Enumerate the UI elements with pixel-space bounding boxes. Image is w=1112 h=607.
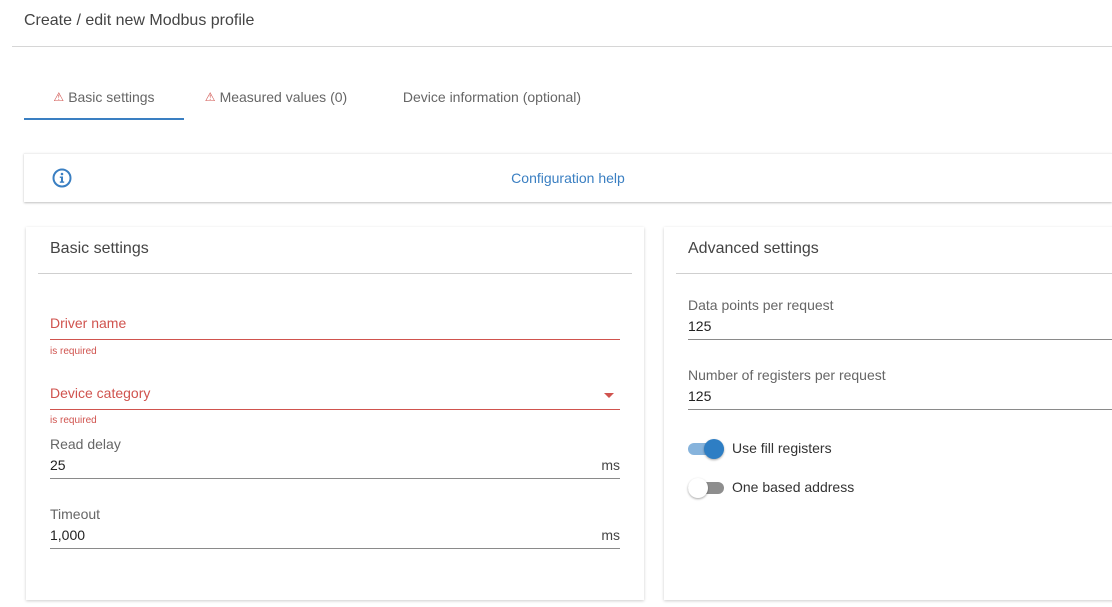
error-hint: is required [50, 346, 97, 357]
tab-basic-settings[interactable]: ⚠ Basic settings [24, 76, 184, 120]
card-divider [38, 273, 632, 274]
field-label: Read delay [50, 436, 121, 452]
warning-icon: ⚠ [204, 90, 216, 104]
field-value[interactable]: 1,000 [50, 527, 85, 543]
one-based-address-label: One based address [732, 479, 855, 495]
field-label: Timeout [50, 506, 101, 522]
configuration-help-link[interactable]: Configuration help [24, 170, 1112, 186]
tab-label: Device information (optional) [402, 89, 582, 105]
use-fill-registers-toggle[interactable] [688, 439, 724, 459]
error-hint: is required [50, 415, 97, 426]
tab-label: Measured values (0) [219, 89, 348, 105]
toggle-thumb [688, 478, 708, 498]
registers-field[interactable]: Number of registers per request 125 [688, 367, 1112, 411]
data-points-field[interactable]: Data points per request 125 [688, 297, 1112, 341]
field-underline [50, 339, 620, 340]
toggle-thumb [704, 439, 724, 459]
field-label: Device category [50, 385, 151, 401]
tab-label: Basic settings [68, 89, 155, 105]
dropdown-arrow-icon[interactable] [604, 393, 614, 398]
card-divider [676, 273, 1112, 274]
field-underline [688, 339, 1112, 340]
field-underline [688, 409, 1112, 410]
advanced-settings-card: Advanced settings Data points per reques… [664, 227, 1112, 600]
field-value[interactable]: 125 [688, 318, 711, 334]
card-title: Advanced settings [688, 240, 819, 257]
field-value[interactable]: 25 [50, 457, 66, 473]
help-bar: Configuration help [24, 153, 1112, 202]
page-title: Create / edit new Modbus profile [24, 12, 255, 29]
unit-label: ms [601, 527, 620, 543]
use-fill-registers-label: Use fill registers [732, 440, 832, 456]
field-underline [50, 409, 620, 410]
timeout-field[interactable]: Timeout 1,000 ms [50, 506, 620, 550]
device-category-select[interactable]: Device category is required [50, 385, 620, 426]
field-value[interactable]: 125 [688, 388, 711, 404]
warning-icon: ⚠ [53, 90, 65, 104]
driver-name-field[interactable]: Driver name is required [50, 315, 620, 357]
field-underline [50, 548, 620, 549]
field-underline [50, 478, 620, 479]
field-label: Driver name [50, 315, 127, 331]
read-delay-field[interactable]: Read delay 25 ms [50, 436, 620, 480]
basic-settings-card: Basic settings Driver name is required D… [26, 227, 644, 600]
field-label: Data points per request [688, 297, 834, 313]
tab-device-information[interactable]: Device information (optional) [380, 76, 604, 118]
unit-label: ms [601, 457, 620, 473]
one-based-address-toggle[interactable] [688, 478, 724, 498]
tab-measured-values[interactable]: ⚠ Measured values (0) [196, 76, 356, 118]
card-title: Basic settings [50, 240, 149, 257]
field-label: Number of registers per request [688, 367, 886, 383]
title-divider [12, 46, 1112, 47]
